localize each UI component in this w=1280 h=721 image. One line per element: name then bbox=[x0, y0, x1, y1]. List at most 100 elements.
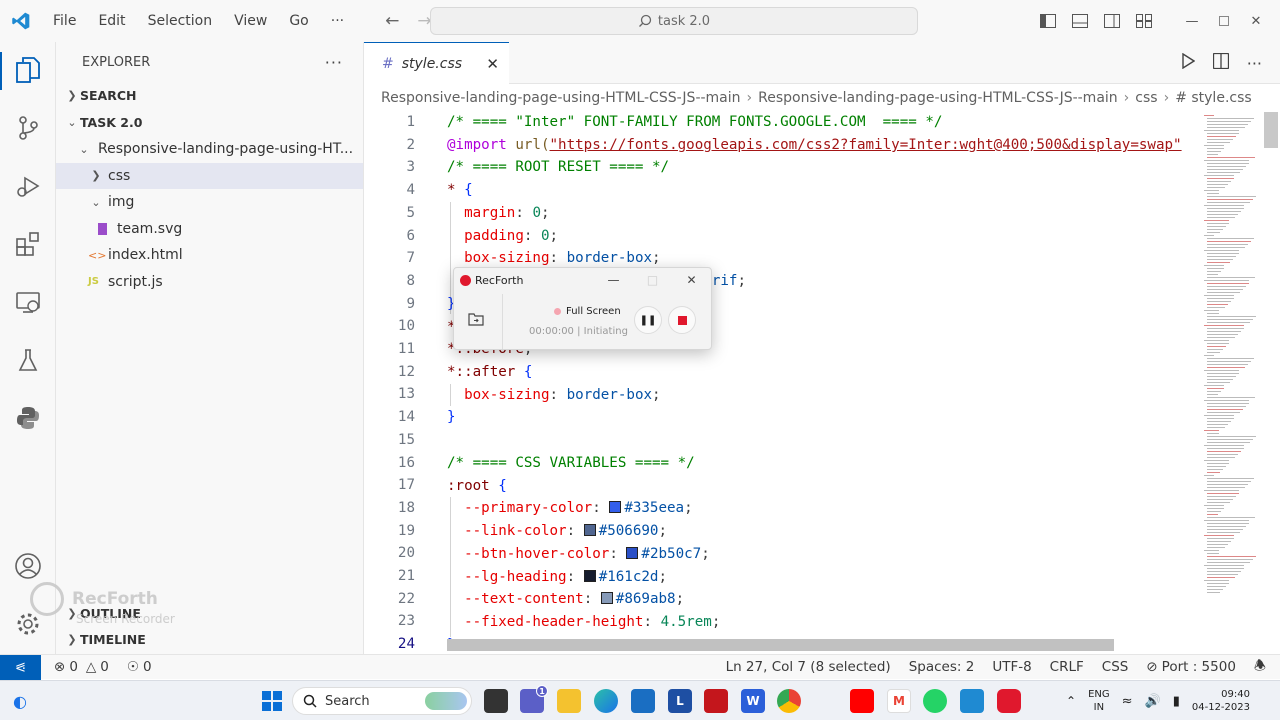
minimap-line bbox=[1207, 472, 1220, 473]
breadcrumb-item[interactable]: Responsive-landing-page-using-HTML-CSS-J… bbox=[381, 90, 741, 106]
tree-item-index-html[interactable]: <> index.html bbox=[56, 242, 363, 269]
windows-start-icon[interactable] bbox=[260, 689, 284, 713]
breadcrumb-item[interactable]: # style.css bbox=[1175, 90, 1252, 106]
record-state: Initiating bbox=[583, 326, 628, 337]
code-line-19: --link-color: #506690; bbox=[464, 523, 668, 539]
clock[interactable]: 09:40 04-12-2023 bbox=[1192, 688, 1250, 714]
explorer-icon[interactable] bbox=[12, 54, 44, 86]
section-search[interactable]: ❯ SEARCH bbox=[56, 82, 363, 109]
extensions-icon[interactable] bbox=[12, 228, 44, 260]
cursor-position[interactable]: Ln 27, Col 7 (8 selected) bbox=[717, 659, 900, 675]
color-swatch[interactable] bbox=[626, 547, 639, 559]
breadcrumb-item[interactable]: Responsive-landing-page-using-HTML-CSS-J… bbox=[758, 90, 1118, 106]
mcafee-icon[interactable] bbox=[704, 689, 728, 713]
capture-mode[interactable]: Full Screen bbox=[554, 306, 621, 317]
tab-style-css[interactable]: # style.css ✕ bbox=[364, 42, 509, 84]
problems-indicator[interactable]: ⊗ 0 △ 0 bbox=[45, 659, 118, 675]
task-view-icon[interactable] bbox=[484, 689, 508, 713]
minimize-icon[interactable]: — bbox=[1182, 13, 1202, 29]
recorder-minimize-icon[interactable]: — bbox=[594, 268, 633, 292]
language-mode[interactable]: CSS bbox=[1093, 659, 1138, 675]
notifications-bell-icon[interactable]: 🕭 bbox=[1245, 656, 1280, 679]
tree-item-root-folder[interactable]: ⌄ Responsive-landing-page-using-HT... bbox=[56, 136, 363, 163]
menu-view[interactable]: View bbox=[223, 13, 278, 29]
vscode-taskbar-icon[interactable] bbox=[960, 689, 984, 713]
account-icon[interactable] bbox=[12, 550, 44, 582]
ports-indicator[interactable]: ☉ 0 bbox=[118, 659, 161, 675]
tree-item-css[interactable]: ❯ css bbox=[56, 162, 363, 189]
testing-flask-icon[interactable] bbox=[12, 344, 44, 376]
language-indicator[interactable]: ENG IN bbox=[1088, 688, 1110, 714]
back-arrow-icon[interactable]: ← bbox=[385, 11, 399, 31]
live-server-port[interactable]: ⊘ Port : 5500 bbox=[1137, 659, 1245, 675]
python-icon[interactable] bbox=[12, 402, 44, 434]
pause-button[interactable]: ❚❚ bbox=[634, 306, 662, 334]
command-center-search[interactable]: task 2.0 bbox=[430, 7, 918, 35]
wifi-icon[interactable]: ≈ bbox=[1122, 694, 1133, 709]
editor-more-icon[interactable]: ··· bbox=[1247, 54, 1262, 73]
tree-item-img[interactable]: ⌄ img bbox=[56, 189, 363, 216]
taskbar-search[interactable]: Search bbox=[292, 687, 472, 715]
chrome-icon[interactable] bbox=[777, 689, 801, 713]
split-editor-icon[interactable] bbox=[1212, 52, 1229, 73]
minimap-line bbox=[1204, 130, 1239, 131]
toggle-secondary-sidebar-icon[interactable] bbox=[1102, 13, 1122, 29]
maximize-icon[interactable] bbox=[1214, 13, 1234, 29]
line-ending[interactable]: CRLF bbox=[1041, 659, 1093, 675]
horizontal-scrollbar[interactable] bbox=[447, 639, 1114, 651]
color-swatch[interactable] bbox=[600, 592, 613, 604]
minimap[interactable] bbox=[1198, 112, 1280, 654]
minimap-line bbox=[1204, 505, 1224, 506]
remote-explorer-icon[interactable] bbox=[12, 286, 44, 318]
menu-go[interactable]: Go bbox=[278, 13, 319, 29]
gmail-icon[interactable]: M bbox=[887, 689, 911, 713]
remote-indicator-icon[interactable]: ⪗ bbox=[0, 654, 41, 680]
recorder-maximize-icon[interactable]: □ bbox=[633, 268, 672, 292]
source-control-icon[interactable] bbox=[12, 112, 44, 144]
menu-file[interactable]: File bbox=[42, 13, 87, 29]
recorder-close-icon[interactable]: ✕ bbox=[672, 268, 711, 292]
section-timeline[interactable]: ❯ TIMELINE bbox=[56, 626, 145, 653]
toggle-panel-icon[interactable] bbox=[1070, 13, 1090, 29]
code-editor[interactable]: 1 2 3 4 5 6 7 8 9 10 11 12 13 14 15 16 17 18 19 20 21 22 23 24 … bbox=[364, 112, 1198, 654]
breadcrumb-item[interactable]: css bbox=[1135, 90, 1157, 106]
volume-icon[interactable]: 🔊 bbox=[1145, 694, 1161, 709]
color-swatch[interactable] bbox=[609, 501, 622, 513]
edge-browser-icon[interactable] bbox=[594, 689, 618, 713]
close-window-icon[interactable]: ✕ bbox=[1246, 13, 1266, 29]
show-hidden-icons-chevron-icon[interactable]: ⌃ bbox=[1066, 694, 1076, 708]
pause-icon: ❚❚ bbox=[639, 314, 657, 326]
encoding[interactable]: UTF-8 bbox=[983, 659, 1040, 675]
color-swatch[interactable] bbox=[583, 570, 596, 582]
file-explorer-icon[interactable] bbox=[557, 689, 581, 713]
minimap-line bbox=[1207, 226, 1226, 227]
section-task-folder[interactable]: ⌄ TASK 2.0 bbox=[56, 109, 363, 136]
open-folder-icon[interactable] bbox=[468, 312, 488, 328]
word-icon[interactable]: W bbox=[741, 689, 765, 713]
color-swatch[interactable] bbox=[583, 524, 596, 536]
more-actions-icon[interactable]: ··· bbox=[325, 53, 343, 72]
indentation[interactable]: Spaces: 2 bbox=[900, 659, 984, 675]
app-l-icon[interactable]: L bbox=[668, 689, 692, 713]
battery-icon[interactable]: ▮ bbox=[1173, 694, 1180, 709]
close-tab-icon[interactable]: ✕ bbox=[486, 55, 499, 73]
store-icon[interactable] bbox=[631, 689, 655, 713]
menu-more[interactable]: ··· bbox=[320, 13, 355, 29]
run-play-icon[interactable] bbox=[1181, 52, 1196, 73]
tree-item-team-svg[interactable]: team.svg bbox=[56, 216, 363, 243]
widgets-icon[interactable]: ◐ bbox=[8, 689, 32, 713]
minimap-line bbox=[1207, 367, 1245, 368]
toggle-primary-sidebar-icon[interactable] bbox=[1038, 13, 1058, 29]
teams-chat-icon[interactable]: 1 bbox=[520, 685, 548, 713]
minimap-line bbox=[1207, 313, 1219, 314]
youtube-icon[interactable] bbox=[850, 689, 874, 713]
menu-edit[interactable]: Edit bbox=[87, 13, 136, 29]
menu-selection[interactable]: Selection bbox=[137, 13, 224, 29]
stop-button[interactable] bbox=[668, 306, 696, 334]
minimap-slider[interactable] bbox=[1264, 112, 1278, 148]
recforth-taskbar-icon[interactable] bbox=[997, 689, 1021, 713]
customize-layout-icon[interactable] bbox=[1134, 13, 1154, 29]
whatsapp-icon[interactable] bbox=[923, 689, 947, 713]
tree-item-script-js[interactable]: JS script.js bbox=[56, 269, 363, 296]
run-debug-icon[interactable] bbox=[12, 170, 44, 202]
